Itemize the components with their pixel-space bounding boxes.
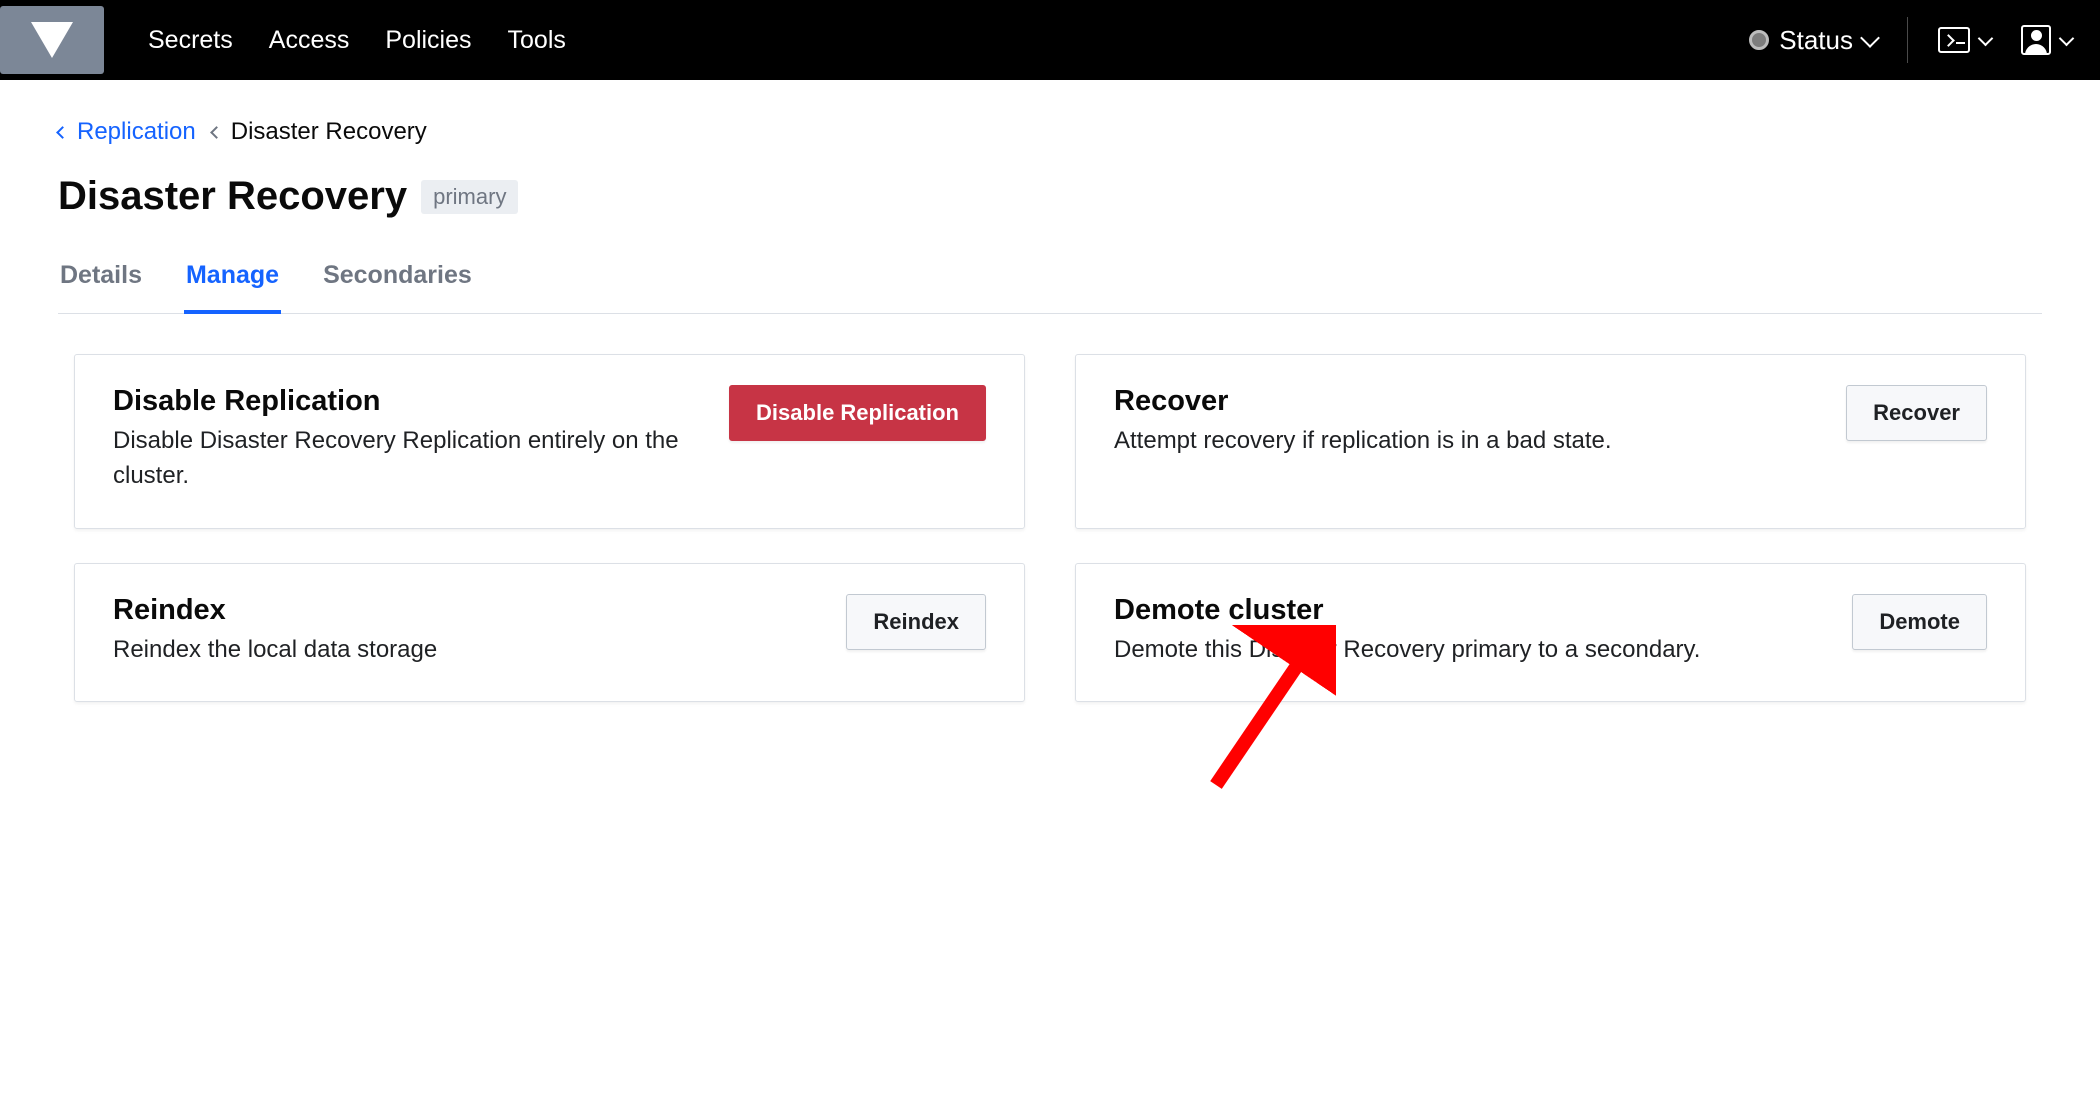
card-demote-cluster: Demote cluster Demote this Disaster Reco… (1075, 563, 2026, 703)
tab-secondaries[interactable]: Secondaries (321, 249, 474, 314)
breadcrumb-current-label: Disaster Recovery (231, 118, 427, 146)
chevron-down-icon (1860, 28, 1880, 48)
disable-replication-button[interactable]: Disable Replication (729, 385, 986, 441)
recover-button[interactable]: Recover (1846, 385, 1987, 441)
card-recover: Recover Attempt recovery if replication … (1075, 354, 2026, 529)
user-menu[interactable] (2021, 25, 2072, 55)
terminal-icon (1938, 27, 1970, 53)
vault-logo[interactable] (0, 6, 104, 74)
tabs: Details Manage Secondaries (58, 249, 2042, 314)
nav-links: Secrets Access Policies Tools (148, 26, 566, 55)
nav-link-policies[interactable]: Policies (385, 26, 471, 55)
status-indicator-icon (1749, 30, 1769, 50)
demote-button[interactable]: Demote (1852, 594, 1987, 650)
status-label: Status (1779, 25, 1853, 56)
card-title: Demote cluster (1114, 594, 1828, 627)
user-icon (2021, 25, 2051, 55)
breadcrumb-current: Disaster Recovery (212, 118, 427, 146)
card-desc: Disable Disaster Recovery Replication en… (113, 424, 705, 494)
console-menu[interactable] (1938, 27, 1991, 53)
card-desc: Attempt recovery if replication is in a … (1114, 424, 1822, 459)
vault-logo-icon (31, 22, 73, 58)
tab-details[interactable]: Details (58, 249, 144, 314)
page-title: Disaster Recovery (58, 174, 407, 219)
chevron-down-icon (1978, 31, 1994, 47)
card-desc: Reindex the local data storage (113, 633, 822, 668)
status-badge: primary (421, 180, 518, 214)
top-navbar: Secrets Access Policies Tools Status (0, 0, 2100, 80)
card-title: Disable Replication (113, 385, 705, 418)
chevron-left-icon (56, 126, 69, 139)
reindex-button[interactable]: Reindex (846, 594, 986, 650)
card-title: Reindex (113, 594, 822, 627)
card-disable-replication: Disable Replication Disable Disaster Rec… (74, 354, 1025, 529)
card-title: Recover (1114, 385, 1822, 418)
card-desc: Demote this Disaster Recovery primary to… (1114, 633, 1828, 668)
title-row: Disaster Recovery primary (58, 174, 2042, 219)
status-menu[interactable]: Status (1749, 25, 1877, 56)
page-content: Replication Disaster Recovery Disaster R… (0, 80, 2100, 732)
nav-link-secrets[interactable]: Secrets (148, 26, 233, 55)
chevron-down-icon (2059, 31, 2075, 47)
nav-divider (1907, 17, 1908, 63)
cards-grid: Disable Replication Disable Disaster Rec… (74, 354, 2026, 702)
nav-right: Status (1749, 17, 2072, 63)
nav-link-tools[interactable]: Tools (508, 26, 566, 55)
nav-link-access[interactable]: Access (269, 26, 350, 55)
card-reindex: Reindex Reindex the local data storage R… (74, 563, 1025, 703)
tab-manage[interactable]: Manage (184, 249, 281, 314)
breadcrumb-parent-label: Replication (77, 118, 196, 146)
breadcrumb: Replication Disaster Recovery (58, 118, 2042, 146)
chevron-left-icon (210, 126, 223, 139)
breadcrumb-parent-link[interactable]: Replication (58, 118, 196, 146)
